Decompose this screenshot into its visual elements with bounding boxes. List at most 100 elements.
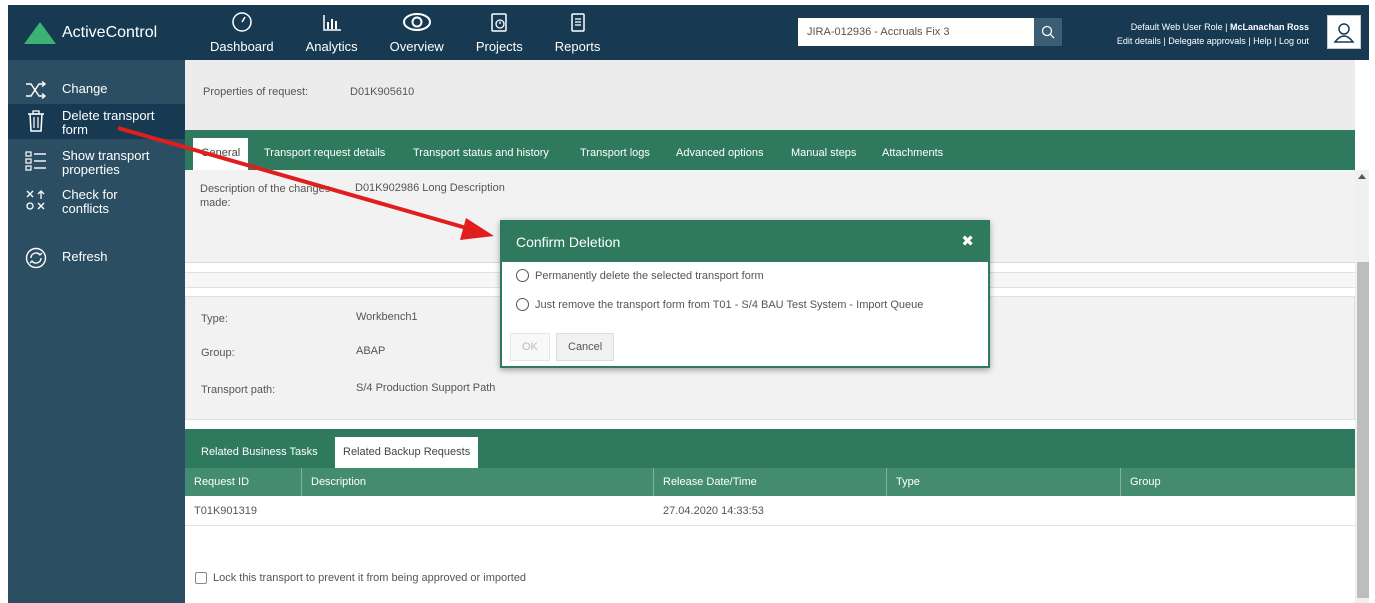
close-icon[interactable]: ✖: [961, 232, 974, 250]
column-header-type[interactable]: Type: [887, 468, 1121, 496]
option-permanently-delete[interactable]: Permanently delete the selected transpor…: [516, 269, 764, 282]
nav-reports-label: Reports: [554, 39, 601, 54]
user-role: Default Web User Role |: [1130, 22, 1230, 32]
help-link[interactable]: Help: [1253, 36, 1272, 46]
gauge-icon: [232, 12, 252, 32]
permanently-delete-label: Permanently delete the selected transpor…: [535, 269, 764, 282]
tab-related-backup-requests[interactable]: Related Backup Requests: [335, 437, 479, 468]
tab-transport-request-details[interactable]: Transport request details: [264, 138, 385, 170]
link-separator: |: [1271, 36, 1279, 46]
top-bar: ActiveControl Dashboard Analytics Overvi…: [8, 5, 1369, 60]
nav-analytics[interactable]: Analytics: [290, 5, 374, 60]
tab-transport-logs[interactable]: Transport logs: [580, 138, 650, 170]
nav-overview[interactable]: Overview: [374, 5, 460, 60]
nav-analytics-label: Analytics: [305, 39, 358, 54]
remove-from-queue-label: Just remove the transport form from T01 …: [535, 298, 924, 311]
nav-dashboard[interactable]: Dashboard: [194, 5, 290, 60]
shuffle-icon: [24, 78, 48, 102]
trash-icon: [24, 109, 48, 133]
scrollbar-thumb[interactable]: [1357, 262, 1369, 598]
search-icon: [1041, 25, 1055, 39]
confirm-deletion-dialog: Confirm Deletion ✖ Permanently delete th…: [500, 220, 990, 368]
sidebar: Change Delete transport form Show transp…: [8, 60, 185, 603]
related-tabs: Related Business Tasks Related Backup Re…: [185, 429, 1355, 468]
permanently-delete-radio[interactable]: [516, 269, 529, 282]
description-label: Description of the changes made:: [200, 183, 331, 209]
scroll-up-arrow-icon[interactable]: [1358, 174, 1366, 179]
app-logo[interactable]: ActiveControl: [24, 22, 157, 44]
eye-icon: [402, 13, 431, 31]
cancel-button[interactable]: Cancel: [556, 333, 615, 361]
logo-triangle-icon: [24, 22, 56, 44]
tab-advanced-options[interactable]: Advanced options: [676, 138, 763, 170]
dialog-title: Confirm Deletion: [516, 234, 621, 250]
search-button[interactable]: [1034, 18, 1062, 46]
dialog-header: Confirm Deletion ✖: [502, 222, 988, 262]
nav-projects-label: Projects: [475, 39, 523, 54]
main-nav: Dashboard Analytics Overview Projects Re…: [194, 5, 616, 60]
nav-overview-label: Overview: [389, 39, 444, 54]
tab-general[interactable]: General: [193, 138, 249, 170]
chart-icon: [322, 15, 341, 31]
sidebar-item-check-for-conflicts[interactable]: Check for conflicts: [8, 188, 185, 216]
table-header: Request ID Description Release Date/Time…: [185, 468, 1355, 496]
column-header-release-date[interactable]: Release Date/Time: [654, 468, 887, 496]
list-icon: [24, 149, 48, 173]
cell-release-date: 27.04.2020 14:33:53: [663, 505, 764, 517]
link-separator: |: [1245, 36, 1254, 46]
sidebar-item-change[interactable]: Change: [8, 78, 185, 102]
report-icon: [570, 13, 585, 32]
properties-label: Properties of request:: [203, 86, 309, 98]
ok-button[interactable]: OK: [510, 333, 550, 361]
lock-transport-label: Lock this transport to prevent it from b…: [213, 572, 527, 584]
sidebar-item-show-transport-properties[interactable]: Show transport properties: [8, 149, 185, 177]
nav-projects[interactable]: Projects: [460, 5, 539, 60]
user-name: McLanachan Ross: [1229, 22, 1309, 32]
group-label: Group:: [201, 347, 235, 359]
tab-transport-status-and-history[interactable]: Transport status and history: [413, 138, 549, 170]
logout-link[interactable]: Log out: [1279, 36, 1309, 46]
column-header-group[interactable]: Group: [1121, 468, 1355, 496]
transport-path-label: Transport path:: [201, 384, 276, 396]
column-header-description[interactable]: Description: [302, 468, 654, 496]
projects-icon: [491, 13, 508, 32]
delegate-approvals-link[interactable]: Delegate approvals: [1168, 36, 1246, 46]
sidebar-item-label: Show transport properties: [62, 148, 150, 177]
cell-type: [887, 496, 896, 526]
sidebar-item-label: Check for conflicts: [62, 187, 118, 216]
lock-transport-option: Lock this transport to prevent it from b…: [195, 572, 526, 584]
detail-tabs: General Transport request details Transp…: [185, 130, 1355, 170]
column-header-request-id[interactable]: Request ID: [185, 468, 302, 496]
sidebar-item-label: Delete transport form: [62, 108, 155, 137]
sidebar-item-delete-transport-form[interactable]: Delete transport form: [8, 104, 185, 139]
refresh-icon: [24, 246, 48, 270]
table-row[interactable]: T01K901319 27.04.2020 14:33:53: [185, 496, 1355, 526]
tab-related-business-tasks[interactable]: Related Business Tasks: [201, 437, 318, 468]
user-icon: [1333, 23, 1355, 43]
sidebar-item-label: Change: [62, 81, 108, 96]
nav-dashboard-label: Dashboard: [210, 39, 274, 54]
properties-header: Properties of request: D01K905610: [185, 60, 1355, 130]
edit-details-link[interactable]: Edit details: [1117, 36, 1161, 46]
tab-manual-steps[interactable]: Manual steps: [791, 138, 856, 170]
search-input[interactable]: [798, 18, 1034, 46]
sidebar-item-label: Refresh: [62, 249, 108, 264]
cell-description: [302, 496, 311, 526]
group-value: ABAP: [356, 345, 386, 357]
user-info: Default Web User Role | McLanachan Ross …: [1117, 20, 1309, 48]
vertical-scrollbar[interactable]: [1355, 170, 1369, 603]
type-label: Type:: [201, 313, 228, 325]
lock-transport-checkbox[interactable]: [195, 572, 207, 584]
search-box: [798, 18, 1062, 46]
cell-request-id: T01K901319: [194, 505, 257, 517]
nav-reports[interactable]: Reports: [539, 5, 617, 60]
avatar[interactable]: [1327, 15, 1361, 49]
description-value: D01K902986 Long Description: [355, 182, 505, 194]
cell-group: [1121, 496, 1130, 526]
properties-value: D01K905610: [350, 86, 415, 98]
tab-attachments[interactable]: Attachments: [882, 138, 943, 170]
option-remove-from-queue[interactable]: Just remove the transport form from T01 …: [516, 298, 923, 311]
remove-from-queue-radio[interactable]: [516, 298, 529, 311]
sidebar-item-refresh[interactable]: Refresh: [8, 246, 185, 270]
conflict-icon: [24, 188, 48, 212]
